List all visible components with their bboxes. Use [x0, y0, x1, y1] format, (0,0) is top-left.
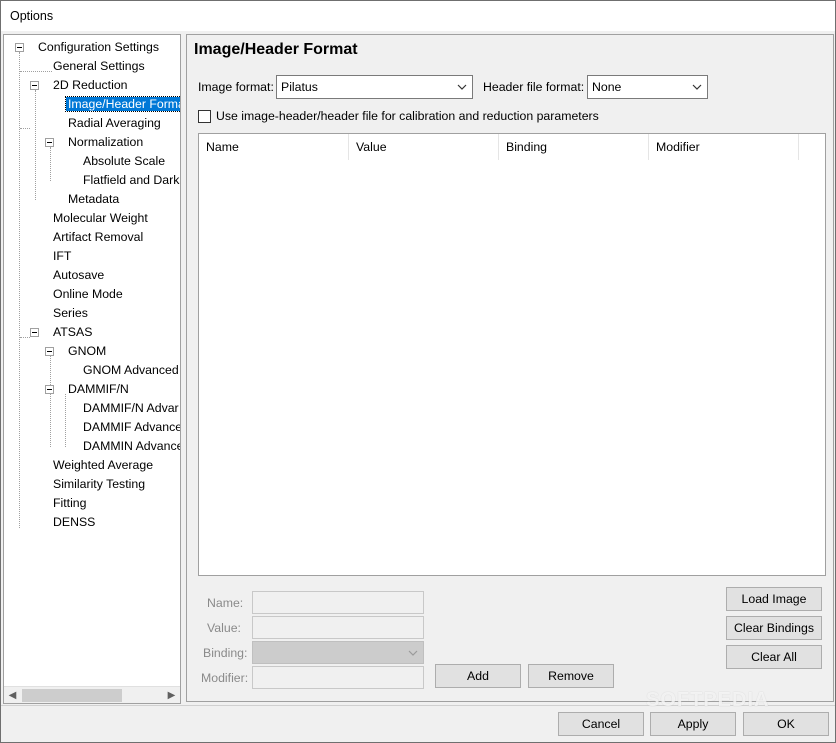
header-format-label: Header file format: — [483, 80, 585, 94]
tree-item-weighted-average[interactable]: Weighted Average — [51, 456, 155, 475]
scrollbar-thumb[interactable] — [22, 689, 122, 702]
modifier-field — [252, 666, 424, 689]
value-field-label: Value: — [207, 621, 241, 635]
image-header-format-panel: Image/Header Format Image format: Pilatu… — [186, 34, 834, 702]
header-bindings-table[interactable]: Name Value Binding Modifier — [198, 133, 826, 576]
tree-item-artifact-removal[interactable]: Artifact Removal — [51, 228, 145, 247]
remove-button[interactable]: Remove — [528, 664, 614, 688]
scroll-right-icon[interactable]: ▶ — [163, 687, 180, 703]
chevron-down-icon — [457, 84, 467, 90]
use-header-checkbox-label[interactable]: Use image-header/header file for calibra… — [216, 109, 599, 123]
tree-item-series[interactable]: Series — [51, 304, 90, 323]
tree-item-dammif-advanced[interactable]: DAMMIF Advance — [81, 418, 180, 437]
tree-item-normalization[interactable]: Normalization — [66, 133, 145, 152]
tree-item-dammin-advanced[interactable]: DAMMIN Advance — [81, 437, 180, 456]
title-bar: Options — [1, 1, 835, 31]
clear-bindings-button[interactable]: Clear Bindings — [726, 616, 822, 640]
tree-item-ift[interactable]: IFT — [51, 247, 73, 266]
collapse-gnom-icon[interactable] — [45, 347, 54, 356]
use-header-checkbox[interactable] — [198, 110, 211, 123]
binding-select — [252, 641, 424, 664]
tree-item-general-settings[interactable]: General Settings — [51, 57, 147, 76]
tree-item-molecular-weight[interactable]: Molecular Weight — [51, 209, 150, 228]
options-window: Options Configuration Settings General S… — [0, 0, 836, 743]
tree-item-configuration-settings[interactable]: Configuration Settings — [36, 38, 161, 57]
tree-item-online-mode[interactable]: Online Mode — [51, 285, 125, 304]
cancel-button[interactable]: Cancel — [558, 712, 644, 736]
chevron-down-icon — [692, 84, 702, 90]
tree-item-metadata[interactable]: Metadata — [66, 190, 121, 209]
header-format-select[interactable]: None — [587, 75, 708, 99]
apply-button[interactable]: Apply — [650, 712, 736, 736]
tree-item-radial-averaging[interactable]: Radial Averaging — [66, 114, 163, 133]
collapse-atsas-icon[interactable] — [30, 328, 39, 337]
name-field-label: Name: — [207, 596, 244, 610]
settings-tree[interactable]: Configuration Settings General Settings … — [3, 34, 181, 704]
collapse-2d-reduction-icon[interactable] — [30, 81, 39, 90]
chevron-down-icon — [408, 650, 418, 656]
tree-item-atsas[interactable]: ATSAS — [51, 323, 94, 342]
tree-item-dammif-n[interactable]: DAMMIF/N — [66, 380, 131, 399]
tree-item-image-header-format[interactable]: Image/Header Forma — [65, 95, 180, 114]
image-format-value: Pilatus — [281, 80, 318, 94]
name-field — [252, 591, 424, 614]
column-header-name[interactable]: Name — [199, 134, 349, 160]
value-field — [252, 616, 424, 639]
collapse-normalization-icon[interactable] — [45, 138, 54, 147]
image-format-select[interactable]: Pilatus — [276, 75, 473, 99]
add-button[interactable]: Add — [435, 664, 521, 688]
window-title: Options — [10, 9, 54, 23]
collapse-dammif-icon[interactable] — [45, 385, 54, 394]
tree-item-similarity-testing[interactable]: Similarity Testing — [51, 475, 147, 494]
clear-all-button[interactable]: Clear All — [726, 645, 822, 669]
modifier-field-label: Modifier: — [201, 671, 249, 685]
tree-item-fitting[interactable]: Fitting — [51, 494, 89, 513]
tree-item-flatfield-and-dark[interactable]: Flatfield and Dark — [81, 171, 180, 190]
load-image-button[interactable]: Load Image — [726, 587, 822, 611]
tree-item-gnom-advanced[interactable]: GNOM Advanced — [81, 361, 180, 380]
column-header-value[interactable]: Value — [349, 134, 499, 160]
header-format-value: None — [592, 80, 622, 94]
softpedia-watermark: SOFTPEDIA — [646, 689, 770, 711]
collapse-configuration-icon[interactable] — [15, 43, 24, 52]
tree-horizontal-scrollbar[interactable]: ◀ ▶ — [4, 686, 180, 703]
ok-button[interactable]: OK — [743, 712, 829, 736]
binding-field-label: Binding: — [203, 646, 248, 660]
scroll-left-icon[interactable]: ◀ — [4, 687, 21, 703]
tree-item-dammif-n-advanced[interactable]: DAMMIF/N Advar — [81, 399, 180, 418]
tree-item-denss[interactable]: DENSS — [51, 513, 97, 532]
image-format-label: Image format: — [198, 80, 274, 94]
panel-title: Image/Header Format — [194, 41, 358, 58]
column-header-binding[interactable]: Binding — [499, 134, 649, 160]
tree-item-gnom[interactable]: GNOM — [66, 342, 108, 361]
tree-item-absolute-scale[interactable]: Absolute Scale — [81, 152, 167, 171]
column-header-modifier[interactable]: Modifier — [649, 134, 799, 160]
tree-item-2d-reduction[interactable]: 2D Reduction — [51, 76, 130, 95]
tree-item-autosave[interactable]: Autosave — [51, 266, 106, 285]
